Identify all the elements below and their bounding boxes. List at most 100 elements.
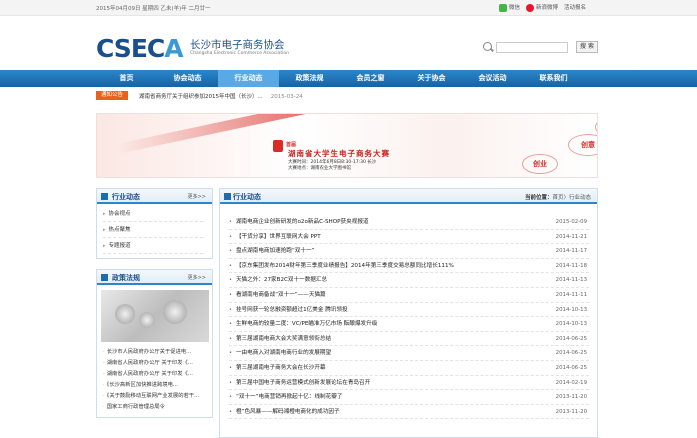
news-title: 挂号网获一轮总融资额超过1亿美金 腾讯领投 bbox=[235, 306, 348, 313]
weibo-icon bbox=[526, 3, 535, 12]
page-title: 行业动态 bbox=[233, 193, 261, 201]
news-date: 2014-11-21 bbox=[555, 233, 587, 240]
notice-tag: 通知公告 bbox=[96, 91, 128, 100]
news-title: 第三届湖南电商大会大奖满意领衔总结 bbox=[235, 335, 332, 342]
sidebar-industry-header: 行业动态 更多>> bbox=[97, 189, 212, 204]
news-item[interactable]: 一由电商入对湖南电商行业的发展期望 2014-06-25 bbox=[229, 346, 589, 361]
sidebar-policy-title: 政策法规 bbox=[112, 274, 140, 282]
policy-coins-image bbox=[101, 290, 209, 342]
banner[interactable]: 首届 湖南省大学生电子商务大赛 大赛时间：2014年6月8日8:30-17:30… bbox=[96, 113, 598, 178]
sidebar-item-special-report[interactable]: 专题报道 bbox=[103, 238, 203, 254]
news-date: 2014-10-13 bbox=[555, 321, 587, 328]
policy-list-item[interactable]: 湖南省人民政府办公厅 关于印发《... bbox=[103, 358, 207, 369]
sidebar-policy-header: 政策法规 更多>> bbox=[97, 270, 212, 285]
banner-edition: 首届 bbox=[286, 142, 297, 148]
policy-list-item[interactable]: 《关于鼓励移动互联网产业发展的若干... bbox=[103, 391, 207, 402]
news-item[interactable]: 生鲜电商的较量二度：VC/PE瞄准万亿市场 酝酿爆发升级 2014-10-13 bbox=[229, 317, 589, 332]
news-title: “双十一”电商营销再掀起十亿：线制花瓣了 bbox=[235, 394, 343, 401]
sidebar-item-hotspot[interactable]: 热点聚焦 bbox=[103, 222, 203, 238]
notice-text: 湖南省商务厅关于组织参加2015年中国（长沙）... bbox=[139, 94, 263, 100]
sidebar-policy-more-link[interactable]: 更多>> bbox=[188, 274, 206, 281]
banner-place: 大赛地点：湖南农业大学图书馆 bbox=[288, 166, 351, 171]
header: CSECA 长沙市电子商务协会 Changsha Electronic Comm… bbox=[0, 16, 697, 70]
news-item[interactable]: 天猫之外：27家B2C双十一数据汇总 2014-11-13 bbox=[229, 273, 589, 288]
news-title: 生鲜电商的较量二度：VC/PE瞄准万亿市场 酝酿爆发升级 bbox=[235, 321, 378, 328]
sidebar-industry-more-link[interactable]: 更多>> bbox=[188, 193, 206, 200]
news-title: 天猫之外：27家B2C双十一数据汇总 bbox=[235, 277, 328, 284]
weixin-link[interactable]: 微信 bbox=[499, 3, 520, 12]
nav-item-events[interactable]: 会议活动 bbox=[462, 70, 523, 87]
notice-link[interactable]: 湖南省商务厅关于组织参加2015年中国（长沙）... 2015-03-24 bbox=[139, 92, 303, 100]
news-item[interactable]: “双十一”电商营销再掀起十亿：线制花瓣了 2013-11-20 bbox=[229, 390, 589, 405]
news-item[interactable]: 挂号网获一轮总融资额超过1亿美金 腾讯领投 2014-10-13 bbox=[229, 303, 589, 318]
news-date: 2015-02-09 bbox=[555, 219, 587, 225]
policy-list-item[interactable]: 湖南省人民政府办公厅 关于印发《... bbox=[103, 369, 207, 380]
news-item[interactable]: 橙”色风暴——解码湘橙电商化的成功因子 2013-11-20 bbox=[229, 405, 589, 420]
policy-list-item[interactable]: 国家工商行政管理总局令 bbox=[103, 402, 207, 413]
main-header: 行业动态 当前位置：首页〉行业动态 bbox=[220, 189, 597, 204]
news-date: 2014-06-25 bbox=[555, 350, 587, 357]
breadcrumb: 当前位置：首页〉行业动态 bbox=[525, 193, 591, 201]
sidebar-industry-title: 行业动态 bbox=[112, 193, 140, 201]
news-title: 橙”色风暴——解码湘橙电商化的成功因子 bbox=[235, 408, 340, 415]
news-list: 湖南电商企业创新研发的o2o新品C-SHOP获央视报道 2015-02-09 【干… bbox=[220, 204, 597, 420]
policy-list-item[interactable]: 长沙市人民政府办公厅关于促进电... bbox=[103, 347, 207, 358]
weibo-link[interactable]: 新浪微博 bbox=[526, 3, 558, 12]
nav-item-industry-news[interactable]: 行业动态 bbox=[218, 70, 279, 87]
weibo-label: 新浪微博 bbox=[536, 5, 559, 11]
news-date: 2014-06-25 bbox=[555, 364, 587, 371]
news-item[interactable]: 盘点湖南电商加速抢跑“双十一” 2014-11-17 bbox=[229, 244, 589, 259]
news-date: 2013-11-20 bbox=[555, 394, 587, 401]
sidebar-industry-box: 行业动态 更多>> 协会视点 热点聚焦 专题报道 bbox=[96, 188, 213, 259]
nav-item-about[interactable]: 关于协会 bbox=[401, 70, 462, 87]
news-title: 一由电商入对湖南电商行业的发展期望 bbox=[235, 350, 332, 357]
search-icon bbox=[483, 42, 492, 51]
main-nav: 首页 协会动态 行业动态 政策法规 会员之窗 关于协会 会议活动 联系我们 bbox=[0, 70, 697, 87]
news-title: 【京东集团发布2014财年第三季度业绩报告】2014年第三季度交易总额同比增长1… bbox=[235, 262, 454, 269]
nav-item-contact[interactable]: 联系我们 bbox=[523, 70, 584, 87]
breadcrumb-current: 行业动态 bbox=[568, 195, 591, 201]
news-item[interactable]: 第三届湖南电商大会大奖满意领衔总结 2014-06-25 bbox=[229, 332, 589, 347]
search-button[interactable]: 搜 索 bbox=[576, 41, 598, 53]
nav-item-policy[interactable]: 政策法规 bbox=[279, 70, 340, 87]
news-date: 2014-11-18 bbox=[555, 262, 587, 269]
notice-bar: 通知公告 湖南省商务厅关于组织参加2015年中国（长沙）... 2015-03-2… bbox=[96, 90, 598, 101]
news-date: 2013-11-20 bbox=[555, 408, 587, 415]
breadcrumb-label: 当前位置： bbox=[524, 195, 553, 201]
news-item[interactable]: 第三届中国电子商务运营模式创新发展论坛在青岛召开 2014-02-19 bbox=[229, 376, 589, 391]
news-date: 2014-06-25 bbox=[555, 335, 587, 342]
news-title: 第三届中国电子商务运营模式创新发展论坛在青岛召开 bbox=[235, 379, 371, 386]
top-bar: 2015年04月09日 星期四 乙未(羊)年 二月廿一 微信 新浪微博 活动报名 bbox=[0, 0, 697, 16]
current-date: 2015年04月09日 星期四 乙未(羊)年 二月廿一 bbox=[96, 6, 211, 12]
news-item[interactable]: 看湖南电商备战“双十一”——天猫篇 2014-11-11 bbox=[229, 288, 589, 303]
policy-list-item[interactable]: 《长沙高新区加快推进跨境电... bbox=[103, 380, 207, 391]
sidebar-policy-box: 政策法规 更多>> 长沙市人民政府办公厅关于促进电... 湖南省人民政府办公厅 … bbox=[96, 269, 213, 418]
news-item[interactable]: 湖南电商企业创新研发的o2o新品C-SHOP获央视报道 2015-02-09 bbox=[229, 215, 589, 230]
top-links: 微信 新浪微博 活动报名 bbox=[499, 3, 586, 12]
sidebar-item-viewpoint[interactable]: 协会视点 bbox=[103, 206, 203, 222]
nav-item-association-news[interactable]: 协会动态 bbox=[157, 70, 218, 87]
news-date: 2014-02-19 bbox=[555, 379, 587, 386]
coin-graphic bbox=[115, 304, 135, 324]
section-marker-icon bbox=[101, 274, 108, 281]
weixin-label: 微信 bbox=[509, 5, 521, 11]
breadcrumb-home[interactable]: 首页 bbox=[552, 195, 563, 201]
register-link[interactable]: 活动报名 bbox=[564, 3, 586, 11]
nav-item-home[interactable]: 首页 bbox=[96, 70, 157, 87]
news-item[interactable]: 【京东集团发布2014财年第三季度业绩报告】2014年第三季度交易总额同比增长1… bbox=[229, 259, 589, 274]
site-name-cn: 长沙市电子商务协会 bbox=[190, 39, 285, 51]
logo-text-main: CSEC bbox=[96, 34, 165, 63]
coin-graphic bbox=[139, 312, 155, 328]
nav-item-members[interactable]: 会员之窗 bbox=[340, 70, 401, 87]
banner-bubble-creativity: 创意 bbox=[568, 134, 597, 156]
news-title: 第三届湖南电子商务大会在长沙开幕 bbox=[235, 364, 326, 371]
section-marker-icon bbox=[224, 193, 231, 200]
search-input[interactable] bbox=[496, 42, 568, 53]
news-item[interactable]: 【干货分享】世界互联网大会 PPT 2014-11-21 bbox=[229, 230, 589, 245]
news-title: 盘点湖南电商加速抢跑“双十一” bbox=[235, 248, 315, 255]
logo[interactable]: CSECA bbox=[96, 34, 184, 63]
news-date: 2014-11-11 bbox=[555, 291, 587, 298]
weixin-icon bbox=[499, 3, 507, 12]
news-item[interactable]: 第三届湖南电子商务大会在长沙开幕 2014-06-25 bbox=[229, 361, 589, 376]
section-marker-icon bbox=[101, 193, 108, 200]
